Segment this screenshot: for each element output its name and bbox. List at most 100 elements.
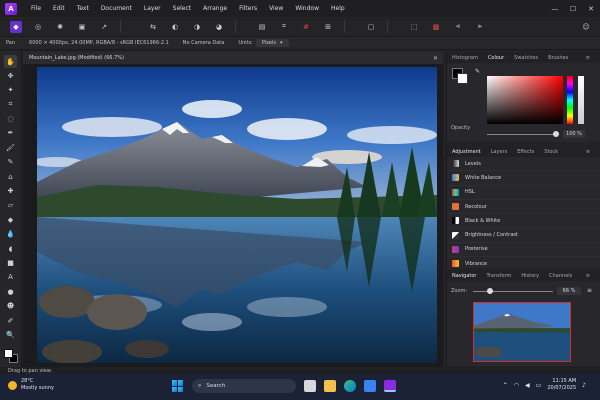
file-explorer-icon[interactable] bbox=[324, 380, 336, 392]
tab-history[interactable]: History bbox=[516, 273, 544, 279]
document-tab[interactable]: Mountain_Lake.jpg (Modified) (66.7%) ✕ bbox=[23, 52, 443, 64]
adjustment-hsl[interactable]: HSL bbox=[447, 186, 600, 200]
alpha-slider[interactable] bbox=[578, 76, 584, 124]
hue-slider[interactable] bbox=[567, 76, 573, 124]
panel-menu-icon[interactable]: ≡ bbox=[581, 55, 595, 61]
adjustment-recolour[interactable]: Recolour bbox=[447, 200, 600, 215]
blur-tool-icon[interactable]: 💧 bbox=[4, 228, 17, 241]
adjustment-brightness-contrast[interactable]: Brightness / Contrast bbox=[447, 228, 600, 243]
opacity-slider-track[interactable] bbox=[487, 134, 557, 135]
wifi-icon[interactable]: ◠ bbox=[514, 382, 519, 389]
menu-filters[interactable]: Filters bbox=[233, 5, 263, 12]
close-icon[interactable]: ✕ bbox=[582, 0, 600, 17]
assistant-icon[interactable]: ▤ bbox=[256, 21, 268, 33]
clock[interactable]: 11:15 AM 20/07/2025 bbox=[547, 378, 576, 392]
menu-document[interactable]: Document bbox=[95, 5, 138, 12]
zoom-slider-handle[interactable] bbox=[487, 288, 493, 294]
zoom-tool-icon[interactable]: 🔍 bbox=[4, 328, 17, 341]
weather-widget[interactable]: 28°C Mostly sunny bbox=[8, 378, 54, 392]
rectangle-tool-icon[interactable]: ■ bbox=[4, 256, 17, 269]
text-tool-icon[interactable]: A bbox=[4, 271, 17, 284]
hand-tool-icon[interactable]: ✋ bbox=[4, 55, 17, 68]
menu-window[interactable]: Window bbox=[289, 5, 325, 12]
dodge-tool-icon[interactable]: ◖ bbox=[4, 242, 17, 255]
battery-icon[interactable]: ▭ bbox=[536, 382, 542, 389]
panel-menu-icon[interactable]: ≡ bbox=[581, 273, 595, 279]
volume-icon[interactable]: ◀ bbox=[525, 382, 530, 389]
edge-icon[interactable] bbox=[344, 380, 356, 392]
adjustment-posterise[interactable]: Posterise bbox=[447, 243, 600, 258]
eraser-tool-icon[interactable]: ▱ bbox=[4, 199, 17, 212]
levels-icon[interactable]: ⇆ bbox=[147, 21, 159, 33]
tab-stock[interactable]: Stock bbox=[539, 149, 563, 155]
auto-white-balance-icon[interactable]: ◕ bbox=[213, 21, 225, 33]
auto-contrast-icon[interactable]: ◐ bbox=[169, 21, 181, 33]
document-canvas[interactable] bbox=[37, 67, 437, 363]
tab-swatches[interactable]: Swatches bbox=[509, 55, 543, 61]
menu-select[interactable]: Select bbox=[167, 5, 198, 12]
user-icon[interactable]: ☺ bbox=[580, 21, 592, 33]
close-icon[interactable]: ✕ bbox=[433, 55, 438, 62]
auto-colour-icon[interactable]: ◑ bbox=[191, 21, 203, 33]
menu-view[interactable]: View bbox=[263, 5, 289, 12]
tab-channels[interactable]: Channels bbox=[544, 273, 577, 279]
ellipse-tool-icon[interactable]: ● bbox=[4, 285, 17, 298]
persona-tone-map-icon[interactable]: ▣ bbox=[76, 21, 88, 33]
navigator-preview[interactable] bbox=[473, 302, 571, 362]
foreground-colour-swatch[interactable] bbox=[3, 348, 13, 358]
vector-pen-icon[interactable]: ✐ bbox=[4, 314, 17, 327]
opacity-value[interactable]: 100 % bbox=[563, 130, 585, 138]
guides-icon[interactable]: ⊞ bbox=[322, 21, 334, 33]
persona-photo-icon[interactable]: ◆ bbox=[10, 20, 22, 33]
menu-arrange[interactable]: Arrange bbox=[197, 5, 233, 12]
maximize-icon[interactable]: ☐ bbox=[564, 0, 582, 17]
start-button-icon[interactable] bbox=[172, 380, 184, 392]
crop-tool-icon[interactable]: ⌗ bbox=[4, 98, 17, 111]
brush-tool-icon[interactable]: 🖌 bbox=[4, 141, 17, 154]
grid-icon[interactable]: # bbox=[300, 21, 312, 33]
mask-mode-icon[interactable]: ▩ bbox=[430, 21, 442, 33]
pen-tool-icon[interactable]: ✒ bbox=[4, 127, 17, 140]
menu-text[interactable]: Text bbox=[71, 5, 95, 12]
move-tool-icon[interactable]: ✥ bbox=[4, 69, 17, 82]
snapping-icon[interactable]: ⌗ bbox=[278, 21, 290, 33]
menu-edit[interactable]: Edit bbox=[47, 5, 71, 12]
panel-menu-icon[interactable]: ≡ bbox=[581, 149, 595, 155]
persona-liquify-icon[interactable]: ◎ bbox=[32, 21, 44, 33]
shape-tool-icon[interactable]: ☻ bbox=[4, 300, 17, 313]
chevron-up-icon[interactable]: ⌃ bbox=[503, 382, 508, 389]
tab-transform[interactable]: Transform bbox=[481, 273, 516, 279]
tab-brushes[interactable]: Brushes bbox=[543, 55, 573, 61]
menu-help[interactable]: Help bbox=[325, 5, 351, 12]
notification-bell-icon[interactable]: ♪ bbox=[582, 382, 586, 389]
adjustment-black-white[interactable]: Black & White bbox=[447, 214, 600, 229]
canvas-area[interactable] bbox=[23, 64, 443, 367]
tab-histogram[interactable]: Histogram bbox=[447, 55, 483, 61]
menu-layer[interactable]: Layer bbox=[138, 5, 167, 12]
align-left-icon[interactable]: ⫷ bbox=[452, 21, 464, 33]
opacity-slider-handle[interactable] bbox=[553, 131, 559, 137]
tab-navigator[interactable]: Navigator bbox=[447, 273, 481, 279]
persona-develop-icon[interactable]: ✺ bbox=[54, 21, 66, 33]
healing-brush-icon[interactable]: ✚ bbox=[4, 185, 17, 198]
selection-brush-icon[interactable]: ◌ bbox=[4, 113, 17, 126]
colour-swatches[interactable] bbox=[3, 348, 18, 363]
colour-field[interactable] bbox=[487, 76, 563, 124]
fill-tool-icon[interactable]: ◆ bbox=[4, 213, 17, 226]
adjustment-levels[interactable]: Levels bbox=[447, 157, 600, 172]
microsoft-store-icon[interactable] bbox=[364, 380, 376, 392]
magic-wand-tool-icon[interactable]: ✦ bbox=[4, 84, 17, 97]
tab-layers[interactable]: Layers bbox=[486, 149, 513, 155]
task-view-icon[interactable] bbox=[304, 380, 316, 392]
units-select[interactable]: Pixels ▾ bbox=[255, 39, 289, 47]
tab-effects[interactable]: Effects bbox=[512, 149, 539, 155]
affinity-photo-taskbar-icon[interactable] bbox=[384, 380, 396, 392]
selection-mode-icon[interactable]: ⬚ bbox=[408, 21, 420, 33]
zoom-value[interactable]: 66 % bbox=[557, 287, 581, 295]
align-right-icon[interactable]: ⫸ bbox=[474, 21, 486, 33]
taskbar-search[interactable]: ⌕ Search bbox=[192, 379, 296, 393]
tab-adjustment[interactable]: Adjustment bbox=[447, 149, 486, 155]
clone-tool-icon[interactable]: ⌂ bbox=[4, 170, 17, 183]
color-picker-icon[interactable]: ✎ bbox=[4, 156, 17, 169]
background-colour-well[interactable] bbox=[457, 73, 468, 84]
